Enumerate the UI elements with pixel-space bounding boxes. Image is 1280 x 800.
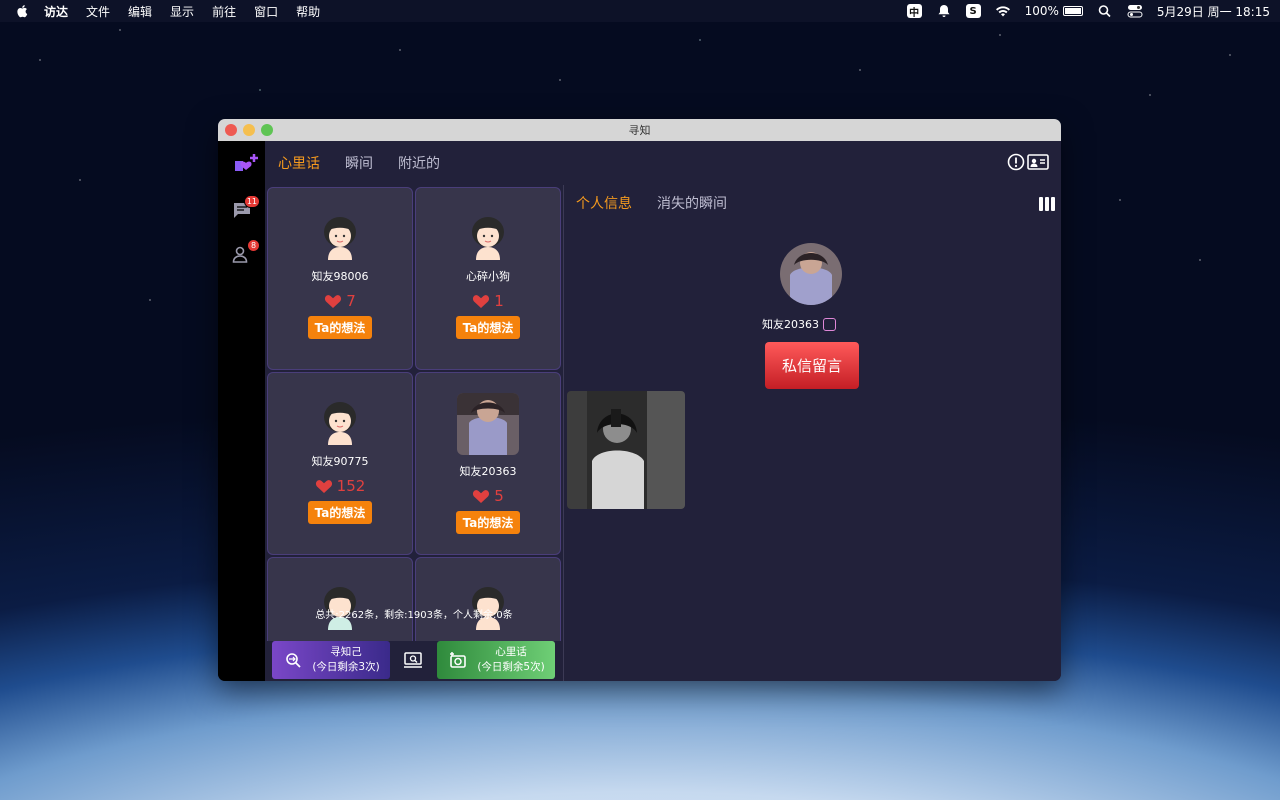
tab-vanished-moments[interactable]: 消失的瞬间 [657,193,727,213]
add-friend-logo-icon[interactable] [232,151,262,173]
battery-indicator[interactable]: 100% [1025,4,1083,18]
menu-bar: 访达 文件 编辑 显示 前往 窗口 帮助 中 S 100% 5月29日 周一 1… [0,0,1280,22]
menu-edit[interactable]: 编辑 [128,3,152,20]
sogou-icon[interactable]: S [965,4,981,18]
profile-detail-panel: 个人信息 消失的瞬间 知友20363 私信留言 [564,185,1061,681]
heart-value: 5 [494,487,504,505]
avatar-face-icon [472,217,504,260]
user-card[interactable]: 知友20363 5 Ta的想法 [415,372,561,555]
battery-percent: 100% [1024,4,1059,18]
alert-icon[interactable] [1005,153,1027,171]
zoom-button[interactable] [261,124,273,136]
wifi-icon[interactable] [995,4,1011,18]
gender-female-icon [823,317,836,331]
close-button[interactable] [225,124,237,136]
top-actions [1005,153,1049,171]
window-title: 寻知 [628,124,651,137]
search-screen-icon[interactable] [403,651,423,669]
view-thoughts-button[interactable]: Ta的想法 [455,511,521,534]
quota-summary: 总共:2262条，剩余:1903条，个人剩余:0条 [315,610,513,621]
heart-value: 152 [336,477,366,495]
bell-icon[interactable] [936,4,952,18]
find-soulmate-label: 寻知己 [330,646,362,659]
menu-view[interactable]: 显示 [170,3,194,20]
battery-icon [1062,6,1083,16]
heart-icon [473,294,490,308]
avatar-face-icon [324,402,356,445]
window-controls [225,124,279,136]
view-thoughts-button[interactable]: Ta的想法 [455,316,521,339]
app-window: 寻知 11 8 心里话 瞬间 附近的 知友98006 7 Ta的想法 心碎小狗 … [218,119,1061,681]
heart-count: 152 [315,477,366,495]
control-center-icon[interactable] [1127,4,1143,18]
heart-count: 5 [472,487,504,505]
messages-badge: 11 [243,195,260,208]
menu-go[interactable]: 前往 [212,3,236,20]
user-card[interactable]: 知友98006 7 Ta的想法 [267,187,413,370]
user-card[interactable]: 知友90775 152 Ta的想法 [267,372,413,555]
moment-photo[interactable] [567,391,685,509]
avatar-photo [457,393,519,455]
card-username: 心碎小狗 [466,270,510,283]
find-soulmate-button[interactable]: 寻知己 (今日剩余3次) [272,641,390,679]
profile-avatar[interactable] [780,243,842,305]
clock[interactable]: 5月29日 周一 18:15 [1157,3,1270,20]
menu-window[interactable]: 窗口 [254,3,278,20]
input-method-icon[interactable]: 中 [906,4,922,19]
menu-finder[interactable]: 访达 [44,3,68,20]
heart-words-label: 心里话 [495,646,527,659]
find-soulmate-remaining: (今日剩余3次) [312,661,380,673]
user-card[interactable]: 心碎小狗 1 Ta的想法 [415,187,561,370]
heart-count: 1 [472,292,504,310]
heart-words-remaining: (今日剩余5次) [477,661,545,673]
card-username: 知友20363 [459,465,517,478]
contacts-button[interactable]: 8 [232,239,260,265]
tab-nearby[interactable]: 附近的 [398,153,440,173]
heart-icon [473,489,490,503]
columns-icon[interactable] [1039,197,1055,211]
profile-username-row: 知友20363 [762,316,836,332]
heart-icon [325,294,342,308]
tab-heart-words[interactable]: 心里话 [278,153,320,173]
contact-card-icon[interactable] [1027,153,1049,171]
card-username: 知友98006 [311,270,369,283]
add-photo-icon [450,652,466,668]
private-message-button[interactable]: 私信留言 [765,342,859,389]
shuffle-search-icon [286,653,301,668]
apple-icon[interactable] [16,4,30,18]
menu-help[interactable]: 帮助 [296,3,320,20]
heart-value: 1 [494,292,504,310]
menu-file[interactable]: 文件 [86,3,110,20]
app-body: 11 8 心里话 瞬间 附近的 知友98006 7 Ta的想法 心碎小狗 1 T… [218,141,1061,681]
top-bar: 心里话 瞬间 附近的 [265,141,1061,185]
heart-value: 7 [346,292,356,310]
detail-tabs: 个人信息 消失的瞬间 [576,193,752,213]
view-thoughts-button[interactable]: Ta的想法 [307,501,373,524]
bottom-action-bar: 寻知己 (今日剩余3次) 心里话 (今日剩余5次) [265,641,563,681]
tab-moments[interactable]: 瞬间 [345,153,373,173]
side-rail: 11 8 [218,141,265,681]
title-bar[interactable]: 寻知 [218,119,1061,141]
heart-words-button[interactable]: 心里话 (今日剩余5次) [437,641,555,679]
minimize-button[interactable] [243,124,255,136]
view-thoughts-button[interactable]: Ta的想法 [307,316,373,339]
heart-icon [315,479,332,493]
card-username: 知友90775 [311,455,369,468]
avatar-face-icon [324,217,356,260]
contacts-badge: 8 [247,239,260,252]
heart-count: 7 [324,292,356,310]
tab-personal-info[interactable]: 个人信息 [576,193,632,213]
search-icon[interactable] [1097,4,1113,18]
profile-username: 知友20363 [762,318,819,331]
messages-button[interactable]: 11 [232,195,260,221]
